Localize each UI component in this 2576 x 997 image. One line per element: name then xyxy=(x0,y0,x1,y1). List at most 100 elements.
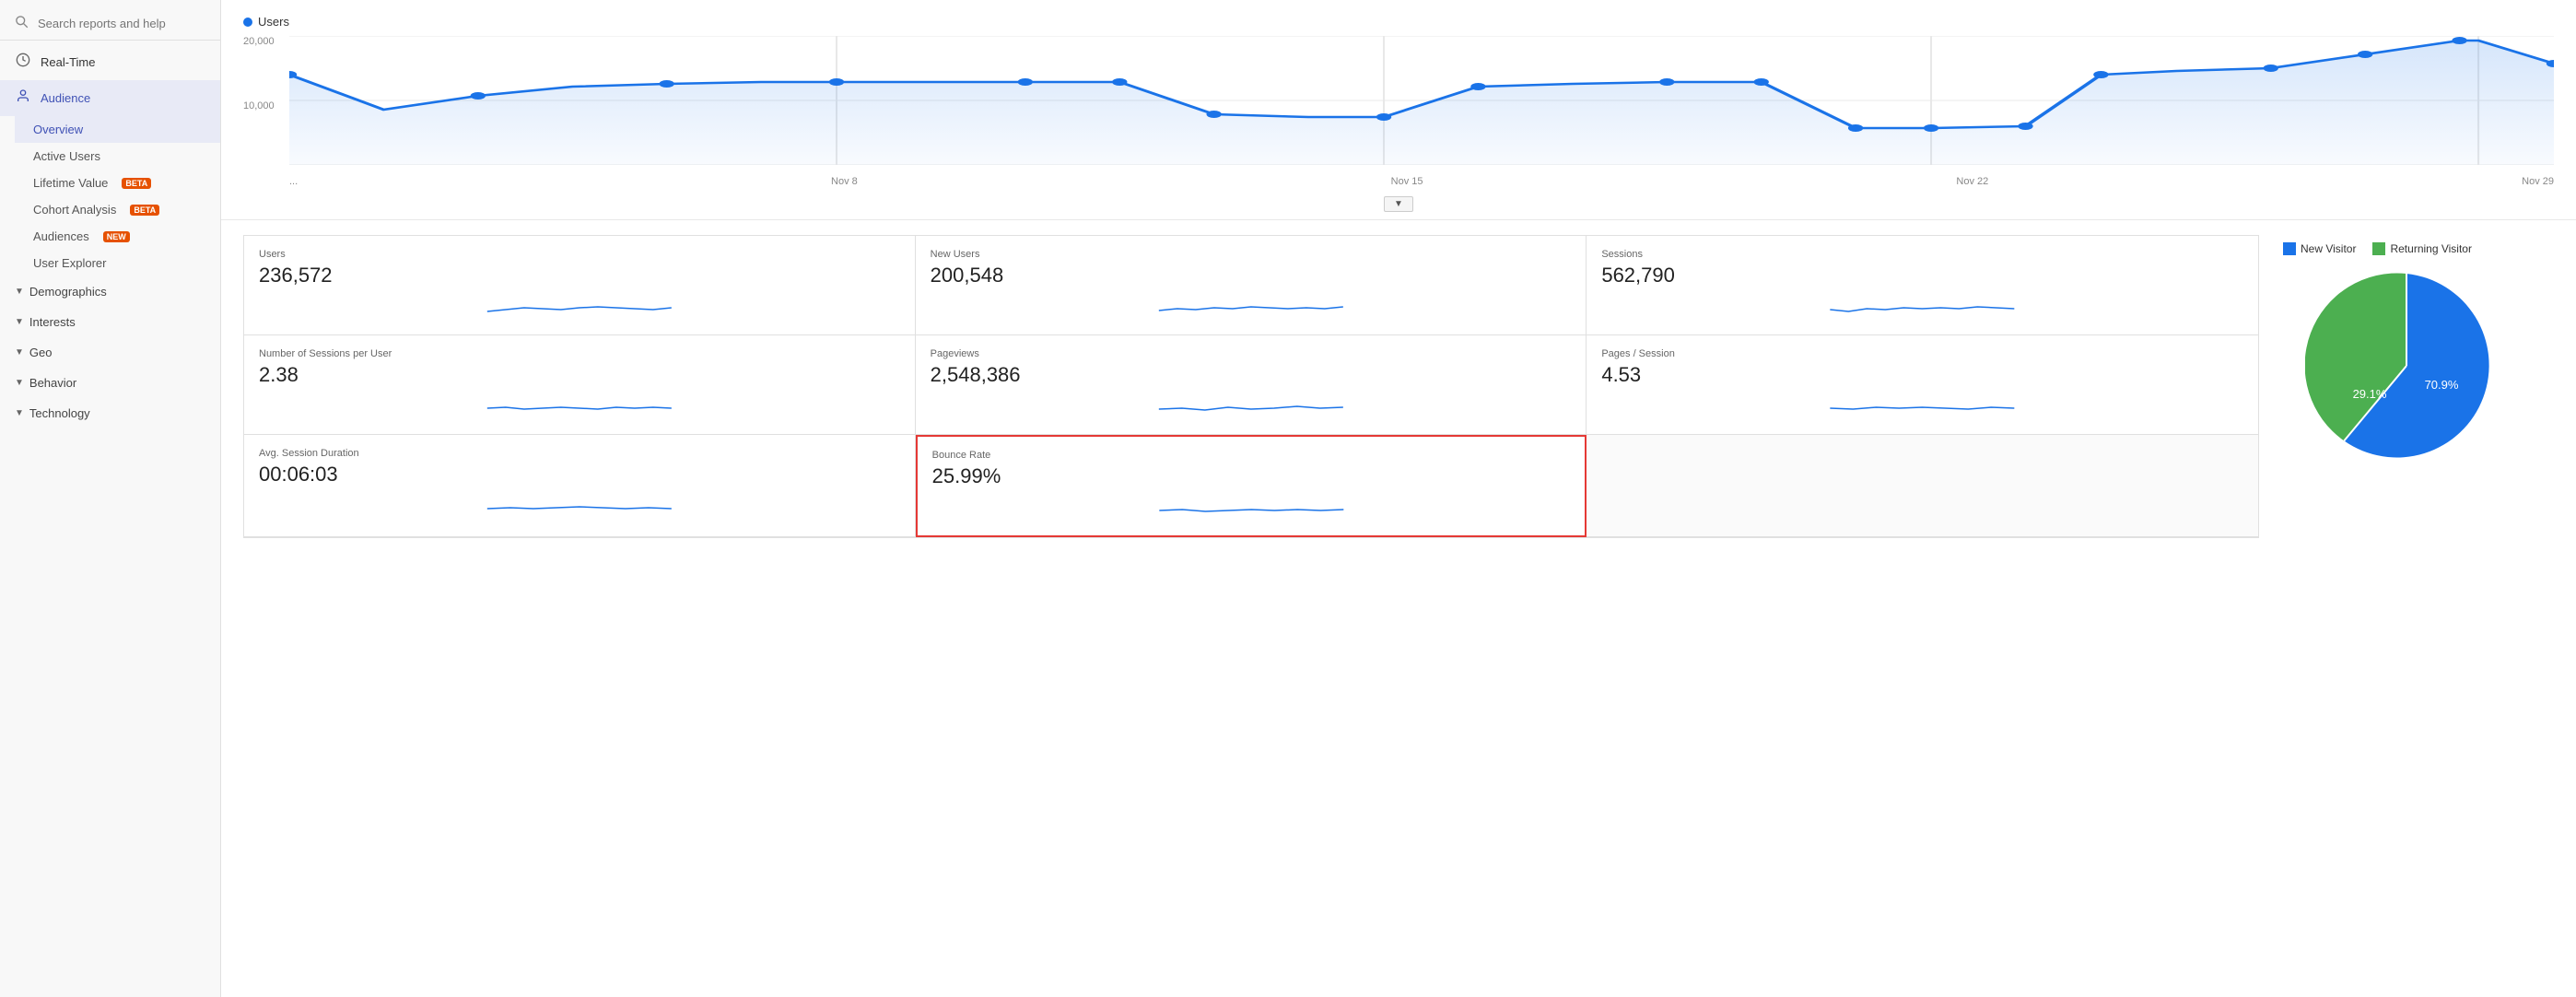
metric-avg-session-sparkline xyxy=(259,492,900,518)
metric-sessions-sparkline xyxy=(1601,293,2243,319)
technology-arrow-icon: ▼ xyxy=(15,408,24,418)
geo-label: Geo xyxy=(29,346,53,359)
demographics-label: Demographics xyxy=(29,285,107,299)
metric-sessions: Sessions 562,790 xyxy=(1587,236,2258,335)
metric-pageviews-value: 2,548,386 xyxy=(931,363,1572,387)
pie-section: New Visitor Returning Visitor xyxy=(2259,235,2554,538)
metric-sessions-per-user-sparkline xyxy=(259,393,900,418)
cohort-analysis-label: Cohort Analysis xyxy=(33,203,116,217)
technology-label: Technology xyxy=(29,406,90,420)
chart-x-labels: ... Nov 8 Nov 15 Nov 22 Nov 29 xyxy=(289,170,2554,193)
sidebar-item-technology[interactable]: ▼ Technology xyxy=(0,398,220,428)
metric-bounce-rate-label: Bounce Rate xyxy=(932,450,1571,461)
pie-legend-returning-visitor: Returning Visitor xyxy=(2372,242,2472,255)
metric-pages-per-session-label: Pages / Session xyxy=(1601,348,2243,359)
pie-legend-new-visitor: New Visitor xyxy=(2283,242,2356,255)
metrics-section: Users 236,572 New Users 200,548 Sessions… xyxy=(221,220,2576,553)
chart-dropdown-button[interactable]: ▼ xyxy=(1384,196,1413,212)
metric-users-label: Users xyxy=(259,249,900,260)
metric-pages-per-session-sparkline xyxy=(1601,393,2243,418)
sidebar-item-audience[interactable]: Audience xyxy=(0,80,220,116)
sidebar-item-interests[interactable]: ▼ Interests xyxy=(0,307,220,337)
metric-sessions-per-user-value: 2.38 xyxy=(259,363,900,387)
x-label-nov15: Nov 15 xyxy=(1391,176,1423,187)
metric-sessions-per-user: Number of Sessions per User 2.38 xyxy=(244,335,916,435)
metric-pageviews-label: Pageviews xyxy=(931,348,1572,359)
sidebar-item-realtime-label: Real-Time xyxy=(41,55,95,69)
sidebar-item-lifetime-value[interactable]: Lifetime Value BETA xyxy=(15,170,220,196)
sidebar-item-geo[interactable]: ▼ Geo xyxy=(0,337,220,368)
metric-users: Users 236,572 xyxy=(244,236,916,335)
line-chart-area: Users 20,000 10,000 xyxy=(221,0,2576,220)
chart-canvas xyxy=(289,36,2554,165)
returning-visitor-color xyxy=(2372,242,2385,255)
sidebar-item-audience-label: Audience xyxy=(41,91,90,105)
metric-bounce-rate-value: 25.99% xyxy=(932,464,1571,488)
metric-pages-per-session-value: 4.53 xyxy=(1601,363,2243,387)
pie-chart: 70.9% 29.1% xyxy=(2305,264,2508,467)
user-explorer-label: User Explorer xyxy=(33,256,106,270)
cohort-analysis-badge: BETA xyxy=(130,205,159,216)
metric-new-users-sparkline xyxy=(931,293,1572,319)
metric-pageviews: Pageviews 2,548,386 xyxy=(916,335,1587,435)
behavior-arrow-icon: ▼ xyxy=(15,378,24,388)
sidebar-item-demographics[interactable]: ▼ Demographics xyxy=(0,276,220,307)
metric-users-value: 236,572 xyxy=(259,264,900,287)
y-label-20000: 20,000 xyxy=(243,36,289,47)
metric-bounce-rate: Bounce Rate 25.99% xyxy=(916,435,1587,537)
returning-visitor-pct: 29.1% xyxy=(2353,387,2387,401)
metric-avg-session-duration-value: 00:06:03 xyxy=(259,463,900,487)
interests-label: Interests xyxy=(29,315,76,329)
returning-visitor-label: Returning Visitor xyxy=(2390,242,2472,255)
metric-new-users-value: 200,548 xyxy=(931,264,1572,287)
metric-avg-session-duration-label: Avg. Session Duration xyxy=(259,448,900,459)
x-label-nov29: Nov 29 xyxy=(2522,176,2554,187)
pie-legend: New Visitor Returning Visitor xyxy=(2283,242,2472,255)
x-label-nov22: Nov 22 xyxy=(1956,176,1988,187)
chart-y-labels: 20,000 10,000 xyxy=(243,36,289,165)
y-label-10000: 10,000 xyxy=(243,100,289,111)
metric-bounce-rate-sparkline xyxy=(932,494,1571,520)
new-visitor-pct: 70.9% xyxy=(2425,378,2459,392)
sidebar-item-realtime[interactable]: Real-Time xyxy=(0,44,220,80)
chart-wrapper: 20,000 10,000 xyxy=(243,36,2554,193)
chart-dropdown-wrap: ▼ xyxy=(243,193,2554,219)
metrics-grid-container: Users 236,572 New Users 200,548 Sessions… xyxy=(243,235,2259,538)
new-visitor-label: New Visitor xyxy=(2301,242,2356,255)
metric-empty xyxy=(1587,435,2258,537)
sidebar-item-behavior[interactable]: ▼ Behavior xyxy=(0,368,220,398)
pie-chart-svg: 70.9% 29.1% xyxy=(2305,264,2508,467)
overview-label: Overview xyxy=(33,123,83,136)
audiences-label: Audiences xyxy=(33,229,89,243)
users-legend-label: Users xyxy=(258,15,289,29)
sidebar-item-overview[interactable]: Overview xyxy=(15,116,220,143)
metric-new-users: New Users 200,548 xyxy=(916,236,1587,335)
audiences-badge: NEW xyxy=(103,231,130,242)
audience-icon xyxy=(15,88,31,108)
x-label-nov8: Nov 8 xyxy=(831,176,858,187)
metrics-grid: Users 236,572 New Users 200,548 Sessions… xyxy=(243,235,2259,538)
line-chart-svg xyxy=(289,36,2554,165)
sidebar-item-cohort-analysis[interactable]: Cohort Analysis BETA xyxy=(15,196,220,223)
metric-new-users-label: New Users xyxy=(931,249,1572,260)
lifetime-value-label: Lifetime Value xyxy=(33,176,108,190)
demographics-arrow-icon: ▼ xyxy=(15,287,24,297)
x-label-dots: ... xyxy=(289,176,298,187)
metric-pages-per-session: Pages / Session 4.53 xyxy=(1587,335,2258,435)
metric-sessions-value: 562,790 xyxy=(1601,264,2243,287)
metric-users-sparkline xyxy=(259,293,900,319)
main-content: Users 20,000 10,000 xyxy=(221,0,2576,997)
realtime-icon xyxy=(15,53,31,72)
sidebar-item-audiences[interactable]: Audiences NEW xyxy=(15,223,220,250)
sidebar: Real-Time Audience Overview Active Users… xyxy=(0,0,221,997)
sidebar-item-user-explorer[interactable]: User Explorer xyxy=(15,250,220,276)
interests-arrow-icon: ▼ xyxy=(15,317,24,327)
search-input[interactable] xyxy=(38,17,205,30)
metric-sessions-label: Sessions xyxy=(1601,249,2243,260)
metric-pageviews-sparkline xyxy=(931,393,1572,418)
active-users-label: Active Users xyxy=(33,149,100,163)
geo-arrow-icon: ▼ xyxy=(15,347,24,358)
lifetime-value-badge: BETA xyxy=(122,178,151,189)
search-bar[interactable] xyxy=(0,7,220,41)
sidebar-item-active-users[interactable]: Active Users xyxy=(15,143,220,170)
